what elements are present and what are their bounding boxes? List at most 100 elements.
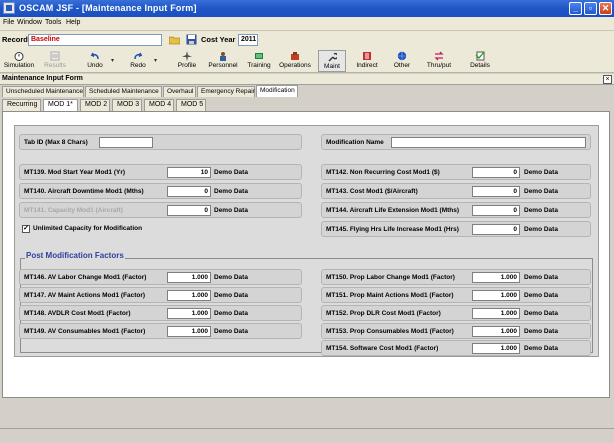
menu-window[interactable]: Window: [17, 19, 42, 26]
menu-tools[interactable]: Tools: [45, 19, 61, 26]
mt150-label: MT150. Prop Labor Change Mod1 (Factor): [326, 274, 455, 281]
tab-mod-4[interactable]: MOD 4: [144, 99, 174, 111]
mt141-label: MT141. Capacity Mod1 (Aircraft): [24, 207, 123, 214]
throughput-label: Thru/put: [426, 62, 452, 69]
maint-button[interactable]: Maint: [318, 50, 346, 72]
mt153-input[interactable]: 1.000: [472, 326, 520, 337]
redo-dropdown-icon[interactable]: ▾: [154, 57, 157, 64]
mt149-label: MT149. AV Consumables Mod1 (Factor): [24, 328, 146, 335]
profile-button[interactable]: Profile: [174, 50, 200, 72]
record-bar: Record Baseline Cost Year 2011: [0, 31, 614, 49]
mt141-input[interactable]: 0: [167, 205, 211, 216]
operations-label: Operations: [279, 62, 311, 69]
menu-help[interactable]: Help: [66, 19, 80, 26]
tab-unscheduled-maintenance[interactable]: Unscheduled Maintenance: [2, 86, 84, 97]
mt151-label: MT151. Prop Maint Actions Mod1 (Factor): [326, 292, 454, 299]
tab-mod-3[interactable]: MOD 3: [112, 99, 142, 111]
tab-id-input[interactable]: [99, 137, 153, 148]
mt144-input[interactable]: 0: [472, 205, 520, 216]
open-folder-icon[interactable]: [168, 34, 181, 45]
mt145-label: MT145. Flying Hrs Life Increase Mod1 (Hr…: [326, 226, 459, 233]
mt151-input[interactable]: 1.000: [472, 290, 520, 301]
menu-file[interactable]: File: [3, 19, 14, 26]
status-bar: [0, 428, 614, 443]
maint-label: Maint: [324, 63, 340, 70]
tab-recurring[interactable]: Recurring: [2, 99, 41, 111]
mt154-row: MT154. Software Cost Mod1 (Factor) 1.000…: [321, 340, 591, 356]
results-button[interactable]: Results: [40, 50, 70, 72]
redo-button[interactable]: Redo ▾: [125, 50, 157, 72]
simulation-button[interactable]: Simulation: [2, 50, 36, 72]
cost-year-field[interactable]: 2011: [238, 34, 258, 46]
mod-name-input[interactable]: [391, 137, 586, 148]
undo-button[interactable]: Undo ▾: [82, 50, 114, 72]
mt142-input[interactable]: 0: [472, 167, 520, 178]
mt142-label: MT142. Non Recurring Cost Mod1 ($): [326, 169, 440, 176]
operations-button[interactable]: Operations: [277, 50, 313, 72]
other-button[interactable]: Other: [390, 50, 414, 72]
mt146-input[interactable]: 1.000: [167, 272, 211, 283]
mt145-input[interactable]: 0: [472, 224, 520, 235]
record-field[interactable]: Baseline: [28, 34, 162, 46]
tab-scheduled-maintenance[interactable]: Scheduled Maintenance: [85, 86, 162, 97]
indirect-icon: [362, 51, 372, 61]
mt154-label: MT154. Software Cost Mod1 (Factor): [326, 345, 439, 352]
minimize-button[interactable]: _: [569, 2, 582, 15]
tab-mod-2[interactable]: MOD 2: [80, 99, 110, 111]
window-title-bar: OSCAM JSF - [Maintenance Input Form] _ ▫…: [0, 0, 614, 17]
mt154-input[interactable]: 1.000: [472, 343, 520, 354]
mt146-row: MT146. AV Labor Change Mod1 (Factor) 1.0…: [19, 269, 302, 285]
mt148-input[interactable]: 1.000: [167, 308, 211, 319]
form-close-icon[interactable]: ×: [603, 75, 612, 84]
mt149-row: MT149. AV Consumables Mod1 (Factor) 1.00…: [19, 323, 302, 339]
close-button[interactable]: ✕: [599, 2, 612, 15]
mt145-row: MT145. Flying Hrs Life Increase Mod1 (Hr…: [321, 221, 591, 237]
mt145-source: Demo Data: [524, 226, 558, 233]
tab-overhaul[interactable]: Overhaul: [163, 86, 196, 97]
mt152-input[interactable]: 1.000: [472, 308, 520, 319]
tab-id-label: Tab ID (Max 8 Chars): [24, 139, 88, 146]
mt154-source: Demo Data: [524, 345, 558, 352]
mt150-input[interactable]: 1.000: [472, 272, 520, 283]
mt151-row: MT151. Prop Maint Actions Mod1 (Factor) …: [321, 287, 591, 303]
indirect-label: Indirect: [356, 62, 378, 69]
training-button[interactable]: Training: [245, 50, 273, 72]
indirect-button[interactable]: Indirect: [353, 50, 381, 72]
unlimited-capacity-checkbox[interactable]: ✓: [22, 225, 30, 233]
tab-mod-5[interactable]: MOD 5: [176, 99, 206, 111]
save-icon[interactable]: [186, 34, 197, 45]
personnel-button[interactable]: Personnel: [206, 50, 240, 72]
stopwatch-icon: [14, 51, 24, 61]
details-button[interactable]: Details: [466, 50, 494, 72]
tab-modification[interactable]: Modification: [256, 85, 298, 97]
details-icon: [475, 51, 485, 61]
mt149-source: Demo Data: [214, 328, 248, 335]
mt139-row: MT139. Mod Start Year Mod1 (Yr) 10 Demo …: [19, 164, 302, 180]
mt140-row: MT140. Aircraft Downtime Mod1 (Mths) 0 D…: [19, 183, 302, 199]
mt148-source: Demo Data: [214, 310, 248, 317]
menu-bar: File Window Tools Help: [0, 17, 614, 31]
mt142-row: MT142. Non Recurring Cost Mod1 ($) 0 Dem…: [321, 164, 591, 180]
simulation-label: Simulation: [3, 62, 35, 69]
mt143-input[interactable]: 0: [472, 186, 520, 197]
mt139-input[interactable]: 10: [167, 167, 211, 178]
mt153-row: MT153. Prop Consumables Mod1 (Factor) 1.…: [321, 323, 591, 339]
tab-emergency-repair[interactable]: Emergency Repair: [197, 86, 255, 97]
throughput-button[interactable]: Thru/put: [424, 50, 454, 72]
tab-mod-1[interactable]: MOD 1*: [43, 99, 78, 111]
maximize-button[interactable]: ▫: [584, 2, 597, 15]
record-label: Record: [2, 35, 28, 44]
mt149-input[interactable]: 1.000: [167, 326, 211, 337]
mt147-input[interactable]: 1.000: [167, 290, 211, 301]
app-icon: [3, 2, 15, 14]
wrench-icon: [327, 52, 339, 62]
mod1-input-area: Tab ID (Max 8 Chars) Modification Name M…: [14, 125, 599, 357]
mt140-input[interactable]: 0: [167, 186, 211, 197]
mt146-source: Demo Data: [214, 274, 248, 281]
mt144-label: MT144. Aircraft Life Extension Mod1 (Mth…: [326, 207, 460, 214]
mt153-source: Demo Data: [524, 328, 558, 335]
mt143-label: MT143. Cost Mod1 ($/Aircraft): [326, 188, 418, 195]
profile-label: Profile: [177, 62, 197, 69]
undo-label: Undo: [87, 62, 103, 69]
undo-dropdown-icon[interactable]: ▾: [111, 57, 114, 64]
